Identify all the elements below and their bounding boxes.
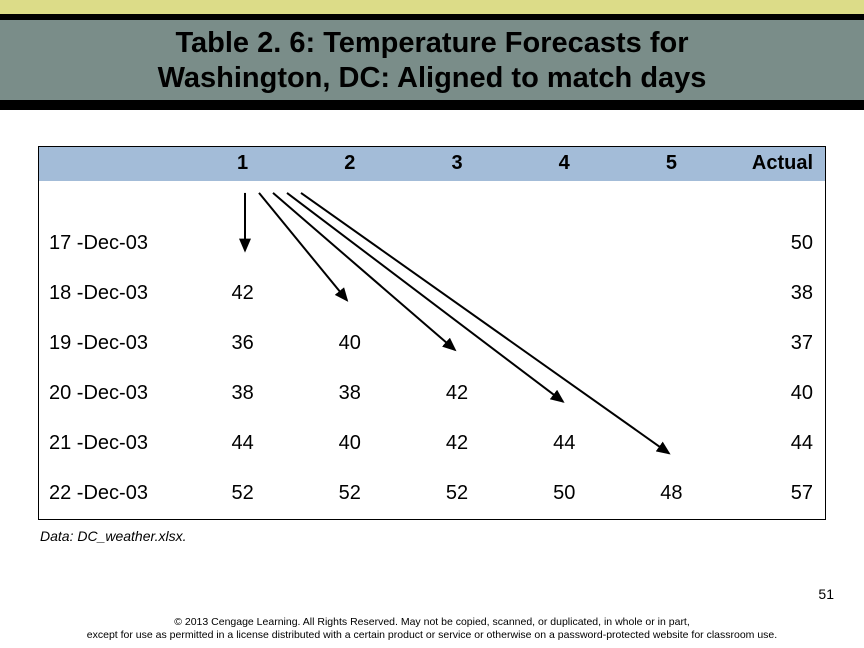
header-col-2: 2 <box>296 152 403 175</box>
cell: 42 <box>403 432 510 455</box>
cell-actual: 50 <box>725 232 825 255</box>
cell: 52 <box>403 482 510 505</box>
cell: 36 <box>189 332 296 355</box>
cell-date: 18 -Dec-03 <box>39 282 189 305</box>
cell: 42 <box>189 282 296 305</box>
cell-date: 21 -Dec-03 <box>39 432 189 455</box>
table-row: 19 -Dec-03 36 40 37 <box>39 319 825 369</box>
title-banner: Table 2. 6: Temperature Forecasts for Wa… <box>0 20 864 100</box>
cell: 44 <box>511 432 618 455</box>
table-row: 18 -Dec-03 42 38 <box>39 269 825 319</box>
cell-date: 20 -Dec-03 <box>39 382 189 405</box>
header-col-4: 4 <box>511 152 618 175</box>
slide-number: 51 <box>818 586 834 602</box>
cell: 42 <box>403 382 510 405</box>
decorative-yellow-bar <box>0 0 864 14</box>
table-row: 21 -Dec-03 44 40 42 44 44 <box>39 419 825 469</box>
cell-actual: 40 <box>725 382 825 405</box>
table-body: 17 -Dec-03 50 18 -Dec-03 42 38 19 -Dec-0… <box>39 181 825 519</box>
slide-title-line1: Table 2. 6: Temperature Forecasts for <box>40 26 824 61</box>
slide-title-line2: Washington, DC: Aligned to match days <box>40 61 824 96</box>
cell-date: 17 -Dec-03 <box>39 232 189 255</box>
forecast-table: 1 2 3 4 5 Actual 17 -Dec-03 50 18 -Dec-0… <box>38 146 826 520</box>
table-row: 20 -Dec-03 38 38 42 40 <box>39 369 825 419</box>
cell-actual: 37 <box>725 332 825 355</box>
cell: 48 <box>618 482 725 505</box>
cell: 40 <box>296 332 403 355</box>
cell-date: 22 -Dec-03 <box>39 482 189 505</box>
header-col-3: 3 <box>403 152 510 175</box>
header-col-5: 5 <box>618 152 725 175</box>
copyright-footer: © 2013 Cengage Learning. All Rights Rese… <box>0 616 864 642</box>
cell: 52 <box>296 482 403 505</box>
data-source-note: Data: DC_weather.xlsx. <box>40 528 864 544</box>
cell: 50 <box>511 482 618 505</box>
cell: 40 <box>296 432 403 455</box>
table-row: 17 -Dec-03 50 <box>39 219 825 269</box>
cell-actual: 57 <box>725 482 825 505</box>
cell: 52 <box>189 482 296 505</box>
table-header-row: 1 2 3 4 5 Actual <box>39 147 825 181</box>
footer-line2: except for use as permitted in a license… <box>0 629 864 642</box>
cell: 44 <box>189 432 296 455</box>
cell-date: 19 -Dec-03 <box>39 332 189 355</box>
header-col-1: 1 <box>189 152 296 175</box>
cell: 38 <box>296 382 403 405</box>
cell: 38 <box>189 382 296 405</box>
decorative-black-bar-lower <box>0 100 864 110</box>
footer-line1: © 2013 Cengage Learning. All Rights Rese… <box>0 616 864 629</box>
table-row: 22 -Dec-03 52 52 52 50 48 57 <box>39 469 825 519</box>
header-actual: Actual <box>725 152 825 175</box>
cell-actual: 38 <box>725 282 825 305</box>
cell-actual: 44 <box>725 432 825 455</box>
